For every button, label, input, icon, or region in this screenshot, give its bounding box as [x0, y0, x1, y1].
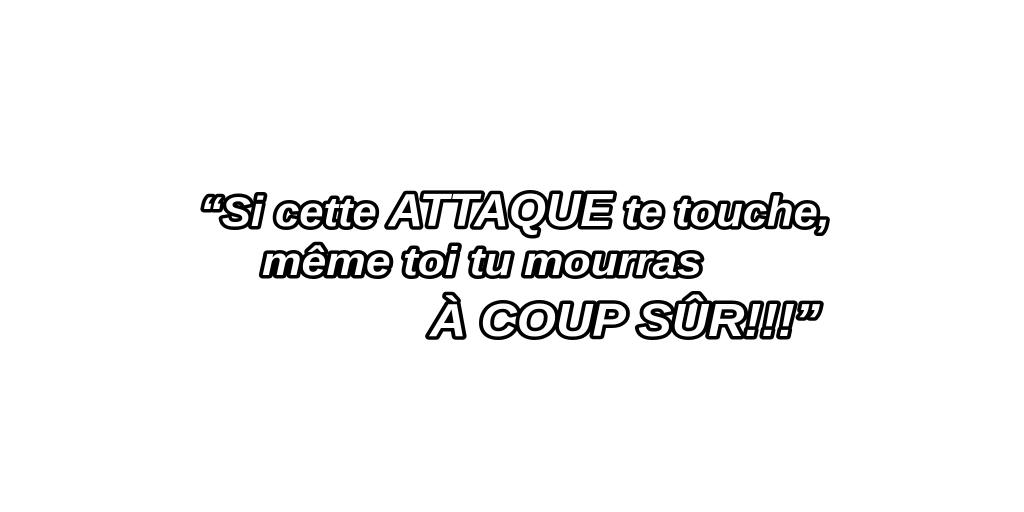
quote-canvas: “Si cette ATTAQUE te touche, même toi tu… [0, 0, 1024, 512]
quote-line-3: À COUP SÛR!!!” [429, 294, 820, 346]
quote-line-1-emphasis: ATTAQUE [388, 184, 614, 236]
quote-line-1-end: te touche, [612, 188, 830, 235]
quote-caption: “Si cette ATTAQUE te touche, même toi tu… [197, 181, 834, 350]
quote-line-1-start: “Si cette [200, 188, 389, 235]
quote-line-1: “Si cette ATTAQUE te touche, [200, 184, 830, 236]
quote-line-2: même toi tu mourras [262, 240, 702, 284]
